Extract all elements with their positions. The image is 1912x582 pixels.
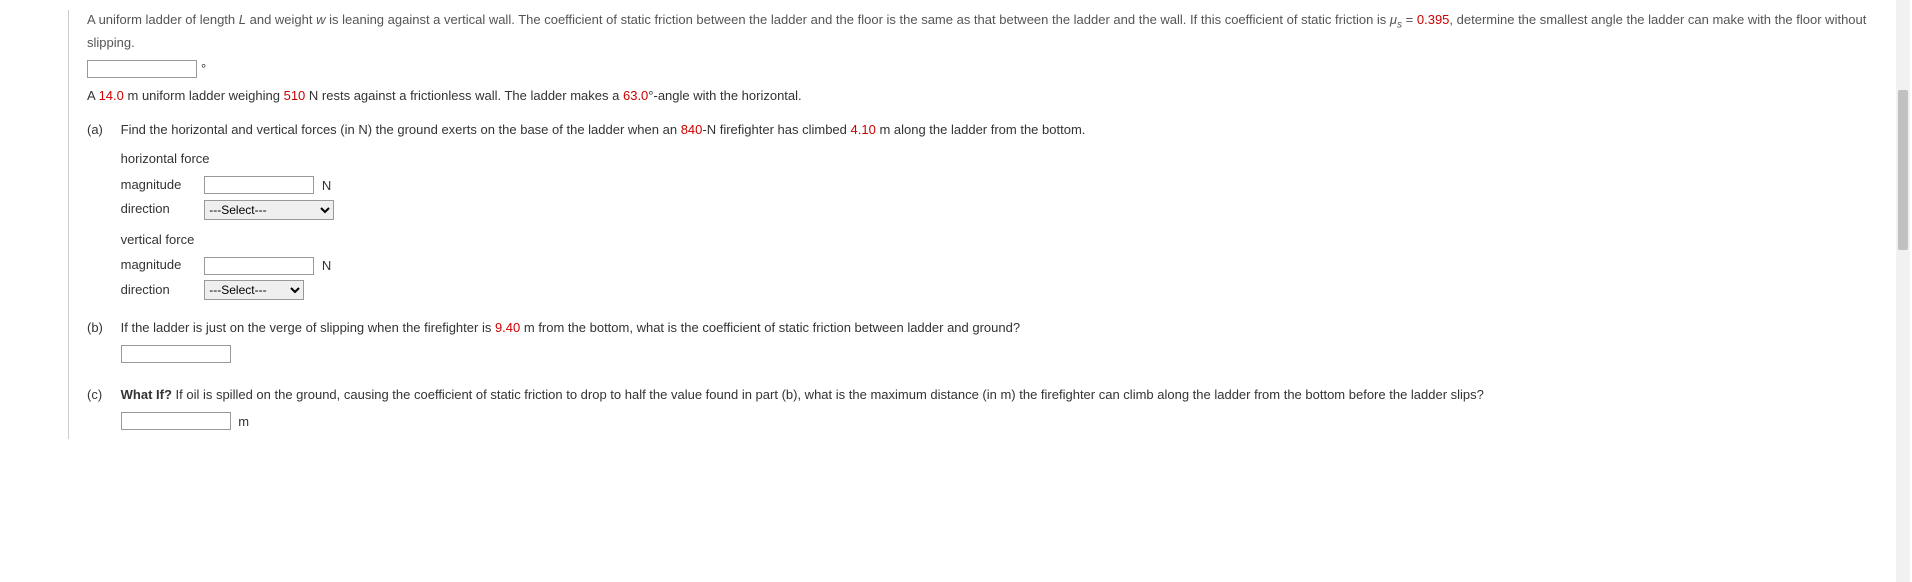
horiz-magnitude-unit: N [322,176,331,196]
part-b-input[interactable] [121,345,231,363]
q1-angle-input[interactable] [87,60,197,78]
part-c-input[interactable] [121,412,231,430]
a-t1: Find the horizontal and vertical forces … [121,122,681,137]
q1-w: w [316,12,325,27]
b-t1: If the ladder is just on the verge of sl… [121,320,495,335]
vert-magnitude-input[interactable] [204,257,314,275]
q1-mid1: and weight [246,12,316,27]
q1-answer-row: ° [87,58,1872,78]
part-a-body: Find the horizontal and vertical forces … [121,120,1866,304]
vert-magnitude-label: magnitude [121,255,201,275]
q2-angle: 63.0 [623,88,648,103]
horiz-direction-label: direction [121,199,201,219]
part-c-answer-row: m [121,411,1866,431]
a-climb: 4.10 [851,122,876,137]
part-a: (a) Find the horizontal and vertical for… [87,120,1872,304]
q1-angle-unit: ° [201,59,206,79]
horizontal-force-label: horizontal force [121,149,1866,169]
part-b: (b) If the ladder is just on the verge o… [87,318,1872,371]
part-b-answer-row [121,344,1866,364]
scrollbar-thumb[interactable] [1898,90,1908,250]
part-c-label: (c) [87,385,117,405]
a-t2: -N firefighter has climbed [702,122,850,137]
horiz-direction-row: direction ---Select--- [121,199,1866,220]
scrollbar-track[interactable] [1896,0,1910,582]
q1-text: A uniform ladder of length L and weight … [87,10,1872,52]
b-dist: 9.40 [495,320,520,335]
horiz-magnitude-input[interactable] [204,176,314,194]
q2-text: A 14.0 m uniform ladder weighing 510 N r… [87,86,1872,106]
vert-direction-row: direction ---Select--- [121,280,1866,301]
a-ffw: 840 [681,122,703,137]
c-text: If oil is spilled on the ground, causing… [172,387,1484,402]
q1-pre: A uniform ladder of length [87,12,239,27]
part-b-question: If the ladder is just on the verge of sl… [121,318,1866,338]
part-a-label: (a) [87,120,117,140]
part-a-question: Find the horizontal and vertical forces … [121,120,1866,140]
q2-p2: m uniform ladder weighing [124,88,284,103]
content-area: A uniform ladder of length L and weight … [68,10,1912,439]
a-t3: m along the ladder from the bottom. [876,122,1086,137]
horiz-magnitude-row: magnitude N [121,175,1866,195]
horiz-magnitude-label: magnitude [121,175,201,195]
page-container: A uniform ladder of length L and weight … [0,0,1912,467]
part-c-question: What If? If oil is spilled on the ground… [121,385,1866,405]
q2-weight: 510 [284,88,306,103]
vert-direction-select[interactable]: ---Select--- [204,280,304,300]
q2-len: 14.0 [99,88,124,103]
q1-mid2: is leaning against a vertical wall. The … [326,12,1390,27]
whatif-label: What If? [121,387,172,402]
vert-magnitude-row: magnitude N [121,255,1866,275]
horiz-direction-select[interactable]: ---Select--- [204,200,334,220]
part-b-body: If the ladder is just on the verge of sl… [121,318,1866,371]
b-t2: m from the bottom, what is the coefficie… [520,320,1020,335]
vert-direction-label: direction [121,280,201,300]
q2-p4: °-angle with the horizontal. [648,88,801,103]
part-c-body: What If? If oil is spilled on the ground… [121,385,1866,439]
q1-mu-val: 0.395 [1417,12,1450,27]
q2-p1: A [87,88,99,103]
vertical-force-label: vertical force [121,230,1866,250]
vert-magnitude-unit: N [322,256,331,276]
q2-p3: N rests against a frictionless wall. The… [305,88,623,103]
part-c: (c) What If? If oil is spilled on the gr… [87,385,1872,439]
part-b-label: (b) [87,318,117,338]
q1-L: L [239,12,246,27]
q1-mu: μ [1390,12,1397,27]
part-c-unit: m [238,412,249,432]
q1-eq: = [1402,12,1417,27]
